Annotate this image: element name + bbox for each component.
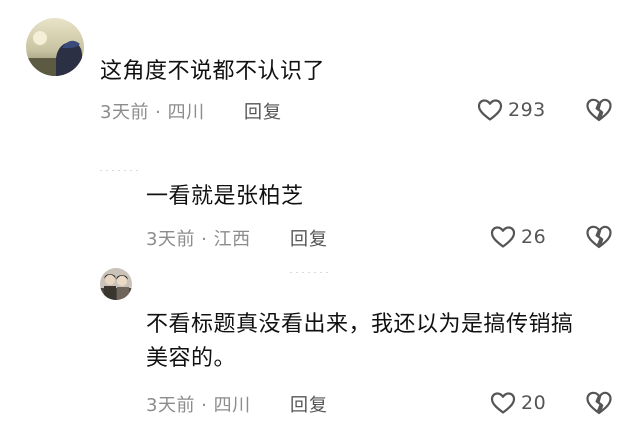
broken-heart-outline-icon — [586, 98, 612, 122]
like-count: 293 — [508, 99, 546, 121]
heart-outline-icon — [477, 99, 503, 121]
comment-meta: 3天前 · 四川 — [146, 395, 251, 416]
broken-heart-outline-icon — [586, 225, 612, 249]
heart-outline-icon — [490, 226, 516, 248]
like-button[interactable]: 26 — [490, 223, 546, 251]
divider — [290, 272, 330, 273]
dislike-button[interactable] — [585, 390, 613, 416]
like-button[interactable]: 293 — [477, 96, 546, 124]
broken-heart-outline-icon — [586, 391, 612, 415]
like-button[interactable]: 20 — [490, 389, 546, 417]
comment-text: 这角度不说都不认识了 — [100, 59, 326, 84]
avatar[interactable] — [100, 268, 132, 300]
dislike-button[interactable] — [585, 224, 613, 250]
avatar[interactable] — [26, 18, 84, 76]
comment-thread: 这角度不说都不认识了 3天前 · 四川 回复 293 一看就是张柏芝 3天前 ·… — [0, 0, 640, 440]
divider — [100, 170, 140, 171]
reply-button[interactable]: 回复 — [244, 98, 282, 124]
comment-text: 美容的。 — [146, 346, 237, 371]
reply-button[interactable]: 回复 — [290, 391, 328, 417]
like-count: 26 — [521, 226, 547, 248]
dislike-button[interactable] — [585, 97, 613, 123]
comment-meta: 3天前 · 江西 — [146, 229, 251, 250]
comment-text: 一看就是张柏芝 — [146, 184, 304, 209]
heart-outline-icon — [490, 392, 516, 414]
comment-text: 不看标题真没看出来，我还以为是搞传销搞 — [146, 312, 574, 337]
comment-meta: 3天前 · 四川 — [100, 102, 205, 123]
like-count: 20 — [521, 392, 547, 414]
reply-button[interactable]: 回复 — [290, 225, 328, 251]
